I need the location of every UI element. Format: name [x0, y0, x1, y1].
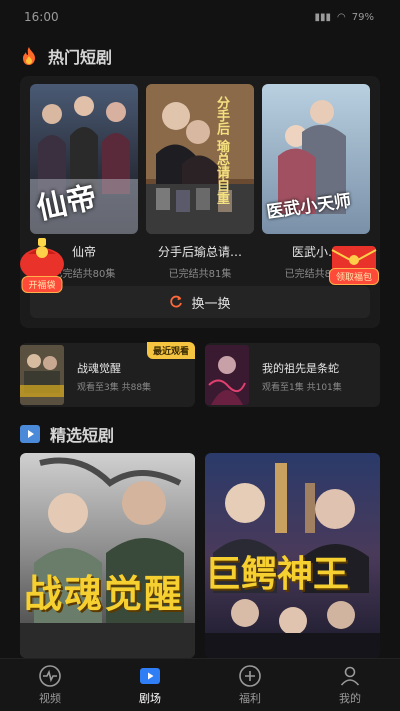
nav-theater-label: 剧场 [139, 692, 161, 705]
fire-icon [23, 47, 35, 65]
refresh-label: 换一换 [191, 296, 231, 312]
drama-poster [20, 453, 195, 658]
lucky-bag-float[interactable]: 开福袋 [14, 236, 70, 293]
signal-icon: ▮▮▮ [314, 11, 332, 23]
hot-panel: 仙帝 仙帝 已完结共80集 分手后 瑜总请自重 分手后瑜总请… 已完结共81集 [20, 76, 380, 328]
poster-title-art: 战魂觉醒 [24, 571, 185, 616]
battery-text: 79% [351, 11, 374, 23]
poster-title-art: 分手后 瑜总请自重 [214, 96, 229, 205]
drama-episodes: 已完结共81集 [168, 269, 232, 280]
bottom-nav: 视频 剧场 福利 我的 [0, 658, 400, 711]
refresh-button[interactable]: 换一换 [30, 286, 370, 318]
hot-drama-card[interactable]: 分手后 瑜总请自重 分手后瑜总请… 已完结共81集 [146, 84, 254, 280]
recent-title: 我的祖先是条蛇 [262, 362, 339, 375]
status-icons: ▮▮▮ ◠ 79% [315, 12, 374, 23]
status-bar: 16:00 ▮▮▮ ◠ 79% [0, 0, 400, 34]
pick-drama-card[interactable]: 战魂觉醒 [20, 453, 195, 658]
recent-progress: 观看至1集 共101集 [262, 383, 342, 393]
red-packet-label: 领取福包 [328, 268, 380, 285]
recent-title: 战魂觉醒 [77, 362, 121, 375]
drama-poster: 分手后 瑜总请自重 [146, 84, 254, 234]
pick-section-title: 精选短剧 [50, 426, 115, 445]
nav-video-label: 视频 [39, 692, 61, 705]
poster-title-art: 巨鳄神王 [205, 553, 350, 595]
status-time: 16:00 [24, 10, 59, 24]
recent-badge: 最近观看 [146, 342, 195, 359]
video-icon [39, 665, 61, 687]
theater-play-icon [140, 668, 160, 684]
red-packet-float[interactable]: 领取福包 [326, 242, 382, 285]
profile-icon [340, 666, 360, 686]
nav-welfare[interactable]: 福利 [220, 664, 280, 706]
nav-video[interactable]: 视频 [20, 664, 80, 706]
nav-profile[interactable]: 我的 [320, 664, 380, 706]
lucky-bag-label: 开福袋 [21, 276, 63, 293]
welfare-icon [239, 665, 261, 687]
pick-drama-card[interactable]: 巨鳄神王 [205, 453, 380, 658]
drama-poster: 仙帝 [30, 84, 138, 234]
drama-poster: 医武小天师 [262, 84, 370, 234]
recent-watch-card[interactable]: 战魂觉醒 观看至3集 共88集 最近观看 [20, 342, 195, 407]
nav-profile-label: 我的 [339, 692, 361, 705]
pick-section-header: 精选短剧 [20, 422, 114, 446]
refresh-icon [170, 295, 183, 308]
wifi-icon: ◠ [337, 11, 346, 23]
video-square-icon [20, 425, 40, 443]
recent-thumb [20, 345, 64, 405]
hot-section-title: 热门短剧 [48, 48, 113, 67]
nav-welfare-label: 福利 [239, 692, 261, 705]
recent-watch-card[interactable]: 我的祖先是条蛇 观看至1集 共101集 [205, 343, 380, 407]
drama-title: 分手后瑜总请… [157, 245, 242, 259]
recent-thumb [205, 345, 249, 405]
nav-theater[interactable]: 剧场 [120, 664, 180, 706]
hot-section-header: 热门短剧 [20, 44, 112, 68]
recent-progress: 观看至3集 共88集 [77, 383, 152, 393]
